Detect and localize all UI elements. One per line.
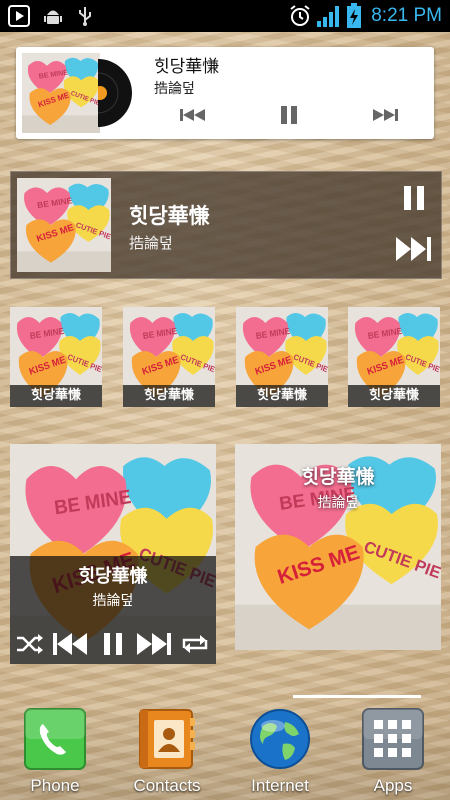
song-artist: 捁論덮	[154, 81, 195, 97]
song-title: 힛당華慊	[129, 204, 210, 228]
music-widget-dark[interactable]: 힛당華慊 捁論덮	[10, 171, 442, 279]
song-title: 힛당華慊	[301, 466, 375, 488]
previous-icon[interactable]	[52, 632, 88, 656]
app-label: Contacts	[133, 776, 201, 795]
phone-icon[interactable]	[24, 708, 86, 770]
music-widget-large-controls[interactable]: 힛당華慊 捁論덮	[10, 444, 216, 664]
song-title: 힛당華慊	[78, 566, 148, 587]
status-bar: 8:21 PM	[0, 0, 450, 32]
repeat-icon[interactable]	[180, 634, 210, 654]
pause-icon[interactable]	[102, 632, 124, 656]
song-title: 힛당華慊	[154, 57, 220, 77]
control-panel: 힛당華慊 捁論덮	[10, 556, 216, 664]
song-artist: 捁論덮	[92, 593, 134, 609]
app-label: Apps	[373, 776, 413, 795]
music-widget-white[interactable]: 힛당華慊 捁論덮	[16, 47, 434, 139]
album-thumb-widget[interactable]: 힛당華慊	[348, 307, 440, 407]
dock-app-contacts[interactable]: Contacts	[117, 708, 217, 798]
music-widget-large[interactable]: 힛당華慊 捁論덮	[235, 444, 441, 650]
dock-app-apps[interactable]: Apps	[343, 708, 443, 798]
album-art[interactable]	[17, 178, 111, 272]
thumb-caption: 힛당華慊	[10, 385, 102, 407]
app-label: Internet	[251, 776, 309, 795]
app-label: Phone	[30, 776, 80, 795]
next-icon[interactable]	[395, 236, 433, 262]
globe-icon[interactable]	[249, 708, 311, 770]
song-artist: 捁論덮	[129, 234, 173, 252]
thumb-caption: 힛당華慊	[348, 385, 440, 407]
dock-app-phone[interactable]: Phone	[5, 708, 105, 798]
status-clock: 8:21 PM	[371, 5, 442, 26]
album-thumb-widget[interactable]: 힛당華慊	[10, 307, 102, 407]
signal-icon	[317, 6, 339, 27]
media-play-icon	[8, 5, 30, 27]
dock-app-internet[interactable]: Internet	[230, 708, 330, 798]
album-thumb-widget[interactable]: 힛당華慊	[236, 307, 328, 407]
pause-icon[interactable]	[278, 104, 300, 126]
thumb-caption: 힛당華慊	[236, 385, 328, 407]
usb-icon	[79, 7, 91, 26]
apps-grid-icon[interactable]	[362, 708, 424, 770]
album-art[interactable]	[22, 53, 100, 133]
pause-icon[interactable]	[401, 184, 427, 212]
page-indicator	[293, 695, 421, 698]
album-thumb-widget[interactable]: 힛당華慊	[123, 307, 215, 407]
thumb-caption: 힛당華慊	[123, 385, 215, 407]
shuffle-icon[interactable]	[16, 633, 44, 655]
android-debug-icon	[44, 10, 62, 24]
alarm-icon	[290, 5, 310, 26]
song-artist: 捁論덮	[317, 495, 359, 511]
next-icon[interactable]	[372, 107, 398, 123]
battery-charging-icon	[347, 3, 361, 28]
previous-icon[interactable]	[180, 107, 206, 123]
contacts-icon[interactable]	[136, 708, 198, 770]
next-icon[interactable]	[136, 632, 172, 656]
vinyl-record-icon	[98, 59, 132, 127]
